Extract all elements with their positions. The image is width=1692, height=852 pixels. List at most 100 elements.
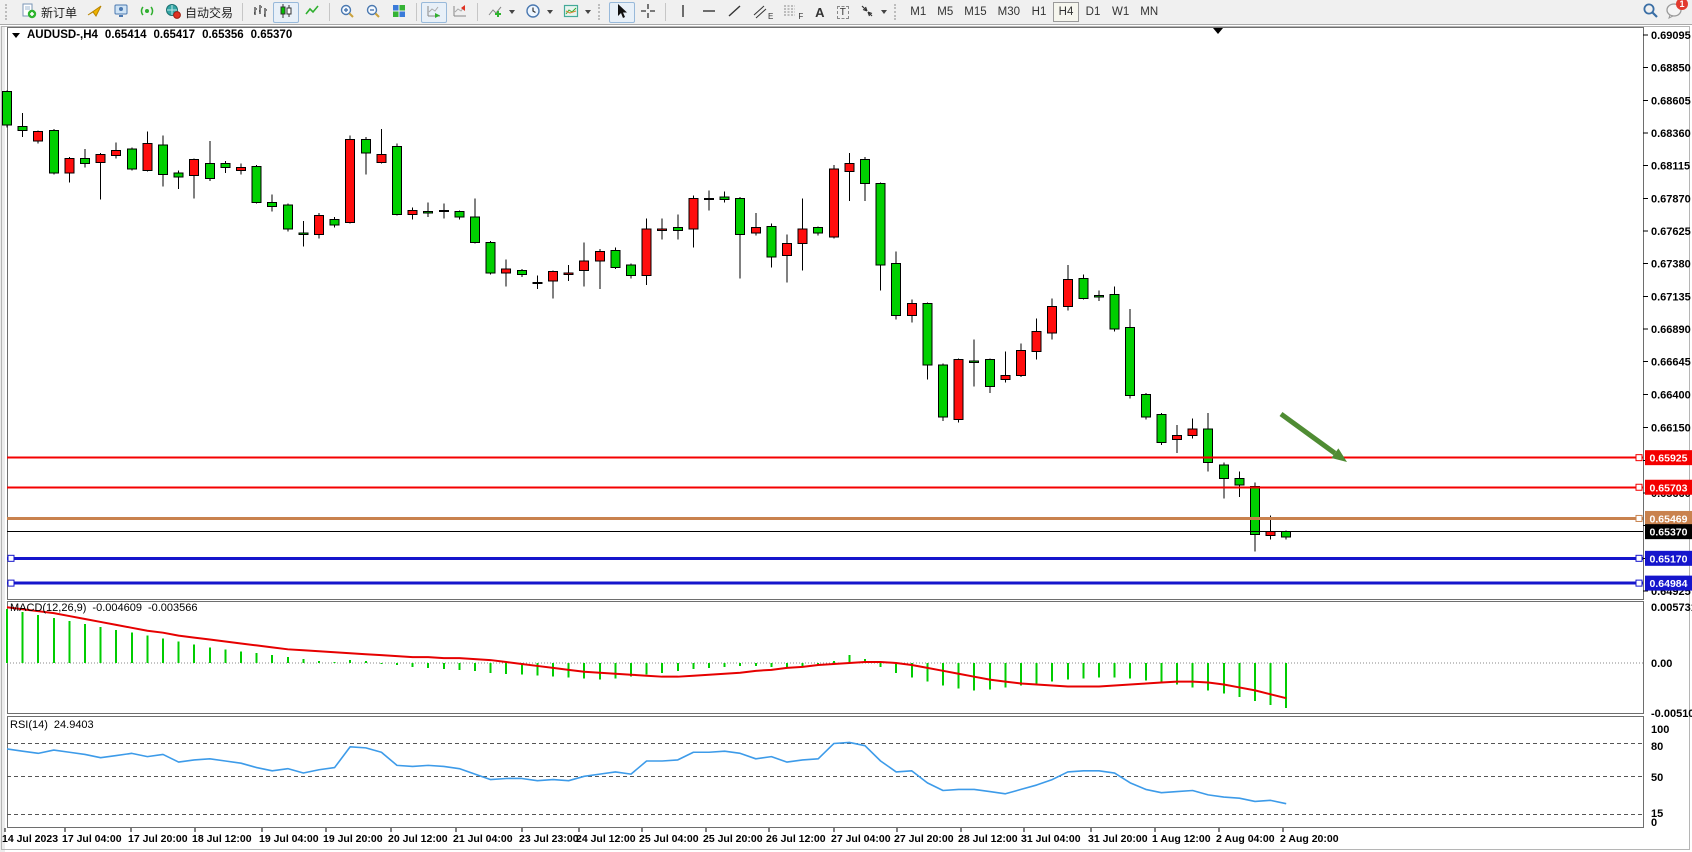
tile-windows-icon (391, 3, 407, 22)
macd-histogram-bar (115, 630, 117, 663)
macd-histogram-bar (1004, 663, 1006, 687)
indicators-button[interactable] (482, 2, 520, 23)
templates-button[interactable] (558, 2, 596, 23)
macd-histogram-bar (1192, 663, 1194, 687)
price-line-label-text: 0.65370 (1650, 527, 1688, 539)
zoom-in-button[interactable] (334, 2, 360, 23)
periods-button[interactable] (520, 2, 558, 23)
candle (486, 242, 495, 273)
timeframe-M1[interactable]: M1 (905, 2, 931, 22)
signals-button[interactable] (134, 2, 160, 23)
toolbar-grip[interactable] (5, 4, 12, 20)
trendline-tool-button[interactable] (722, 2, 748, 23)
search-icon[interactable] (1642, 2, 1659, 22)
new-order-label: 新订单 (41, 4, 77, 21)
macd-histogram-bar (942, 663, 944, 685)
symbol-ohlc-line[interactable]: AUDUSD-,H4 0.65414 0.65417 0.65356 0.653… (12, 29, 292, 41)
metaeditor-button[interactable] (82, 2, 108, 23)
tile-windows-button[interactable] (386, 2, 412, 23)
chart-shift-button[interactable] (447, 2, 473, 23)
candle (673, 228, 682, 231)
terminal-button[interactable] (108, 2, 134, 23)
crosshair-tool-button[interactable] (635, 2, 661, 23)
arrows-dropdown-icon[interactable] (881, 10, 887, 14)
candle (985, 360, 994, 387)
timeframe-M5[interactable]: M5 (932, 2, 958, 22)
macd-histogram-bar (256, 653, 258, 663)
macd-histogram-bar (661, 663, 663, 673)
candle (767, 226, 776, 257)
line-handle[interactable] (1636, 455, 1642, 461)
line-chart-button[interactable] (299, 2, 325, 23)
text-label-tool-button[interactable]: T (831, 2, 854, 23)
ohlc-high: 0.65417 (154, 29, 196, 41)
candle (49, 130, 58, 173)
rsi-name: RSI(14) (10, 719, 48, 731)
candle (564, 273, 573, 274)
candlestick-chart-button[interactable] (273, 2, 299, 23)
macd-histogram-bar (349, 660, 351, 663)
candle (954, 360, 963, 420)
candle (330, 220, 339, 225)
periods-dropdown-icon[interactable] (547, 10, 553, 14)
candle (1141, 394, 1150, 417)
macd-axis-label: -0.005102 (1651, 708, 1692, 720)
macd-histogram-bar (646, 663, 648, 675)
indicators-icon (487, 3, 503, 22)
auto-scroll-button[interactable] (421, 2, 447, 23)
timeframe-M30[interactable]: M30 (993, 2, 1025, 22)
candle (1001, 376, 1010, 380)
candle (315, 216, 324, 235)
candle (346, 140, 355, 223)
line-handle[interactable] (1636, 515, 1642, 521)
time-label: 28 Jul 12:00 (958, 833, 1018, 845)
macd-histogram-bar (505, 663, 507, 674)
candle (658, 229, 667, 230)
line-handle[interactable] (8, 555, 14, 561)
timeframe-MN[interactable]: MN (1135, 2, 1163, 22)
arrows-tool-button[interactable] (854, 2, 892, 23)
toolbar-grip[interactable] (598, 4, 605, 20)
fibonacci-tool-button[interactable]: F (778, 2, 808, 23)
candle (237, 168, 246, 171)
symbol-name: AUDUSD-,H4 (27, 29, 98, 41)
line-handle[interactable] (1636, 484, 1642, 490)
macd-histogram-bar (614, 663, 616, 679)
chart-canvas[interactable]: 0.690950.688500.686050.683600.681150.678… (0, 0, 1692, 852)
trendline-icon (727, 3, 743, 22)
toolbar-grip[interactable] (894, 4, 901, 20)
notifications-button[interactable]: 1 (1665, 2, 1683, 22)
timeframe-D1[interactable]: D1 (1080, 2, 1106, 22)
timeframe-M15[interactable]: M15 (959, 2, 991, 22)
timeframe-H4[interactable]: H4 (1053, 2, 1079, 22)
line-handle[interactable] (1636, 555, 1642, 561)
templates-dropdown-icon[interactable] (585, 10, 591, 14)
horizontal-line-tool-button[interactable] (696, 2, 722, 23)
candle (393, 146, 402, 214)
timeframe-W1[interactable]: W1 (1107, 2, 1134, 22)
new-order-button[interactable]: 新订单 (16, 2, 82, 23)
candle (34, 132, 43, 141)
macd-histogram-bar (724, 663, 726, 667)
zoom-out-button[interactable] (360, 2, 386, 23)
time-label: 14 Jul 2023 (2, 833, 58, 845)
line-handle[interactable] (1636, 580, 1642, 586)
candle (1063, 280, 1072, 307)
vertical-line-tool-button[interactable] (670, 2, 696, 23)
time-label: 21 Jul 04:00 (453, 833, 513, 845)
macd-histogram-bar (53, 618, 55, 663)
symbol-dropdown-icon[interactable] (12, 33, 20, 38)
macd-main-value: -0.004609 (92, 602, 142, 614)
bar-chart-button[interactable] (247, 2, 273, 23)
candle (455, 212, 464, 217)
text-tool-button[interactable]: A (808, 2, 831, 23)
time-label: 27 Jul 20:00 (894, 833, 954, 845)
cursor-tool-button[interactable] (609, 2, 635, 23)
channel-sub-glyph: E (768, 12, 773, 21)
indicators-dropdown-icon[interactable] (509, 10, 515, 14)
time-label: 18 Jul 12:00 (192, 833, 252, 845)
equidistant-channel-tool-button[interactable]: E (748, 2, 778, 23)
timeframe-H1[interactable]: H1 (1026, 2, 1052, 22)
line-handle[interactable] (8, 580, 14, 586)
autotrading-button[interactable]: 自动交易 (160, 2, 238, 23)
